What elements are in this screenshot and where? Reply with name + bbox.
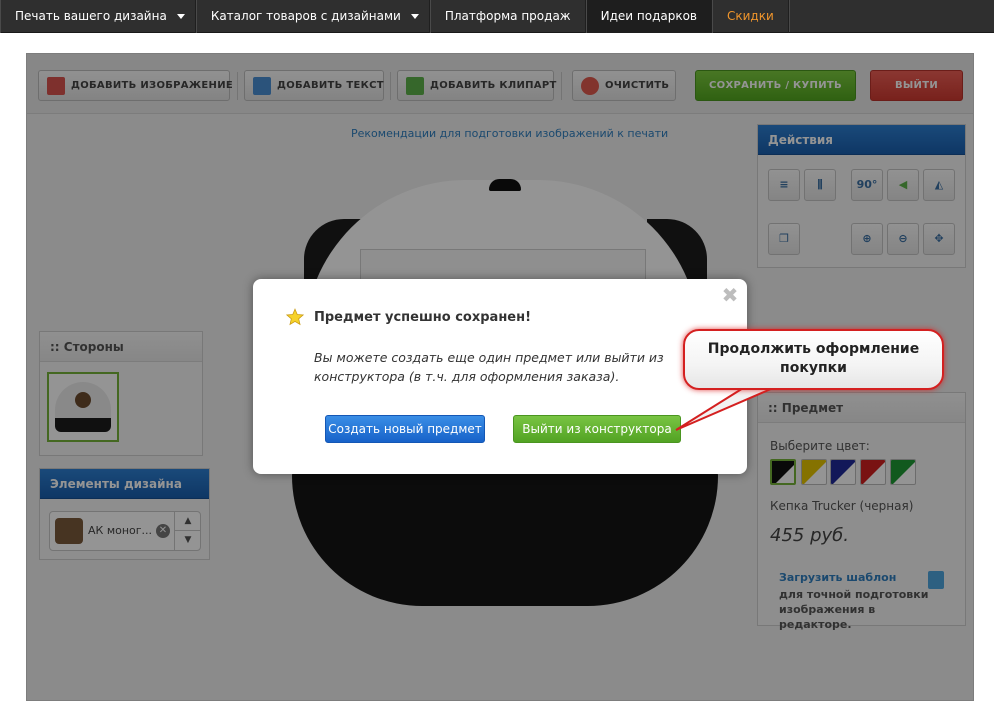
nav-item-sales-platform[interactable]: Платформа продаж [429, 0, 586, 33]
nav-item-catalog[interactable]: Каталог товаров с дизайнами [195, 0, 430, 33]
close-icon[interactable]: ✖ [720, 285, 740, 305]
dialog-title: Предмет успешно сохранен! [314, 310, 532, 325]
nav-item-label: Каталог товаров с дизайнами [210, 9, 401, 23]
nav-item-gift-ideas[interactable]: Идеи подарков [585, 0, 712, 33]
callout-annotation: Продолжить оформление покупки [683, 329, 944, 390]
create-new-item-button[interactable]: Создать новый предмет [325, 415, 485, 443]
nav-item-label: Скидки [727, 9, 774, 23]
nav-item-discounts[interactable]: Скидки [712, 0, 789, 33]
exit-builder-button[interactable]: Выйти из конструктора [513, 415, 681, 443]
save-success-dialog: ✖ Предмет успешно сохранен! Вы можете со… [253, 279, 747, 474]
top-nav: Печать вашего дизайна Каталог товаров с … [0, 0, 994, 33]
nav-item-print-design[interactable]: Печать вашего дизайна [0, 0, 196, 33]
nav-spacer [788, 0, 994, 32]
chevron-down-icon [176, 14, 185, 19]
dialog-message: Вы можете создать еще один предмет или в… [314, 350, 664, 384]
nav-item-label: Платформа продаж [444, 9, 571, 23]
nav-item-label: Печать вашего дизайна [15, 9, 167, 23]
chevron-down-icon [410, 14, 419, 19]
star-icon [286, 308, 304, 326]
page: Печать вашего дизайна Каталог товаров с … [0, 0, 994, 724]
nav-item-label: Идеи подарков [600, 9, 697, 23]
